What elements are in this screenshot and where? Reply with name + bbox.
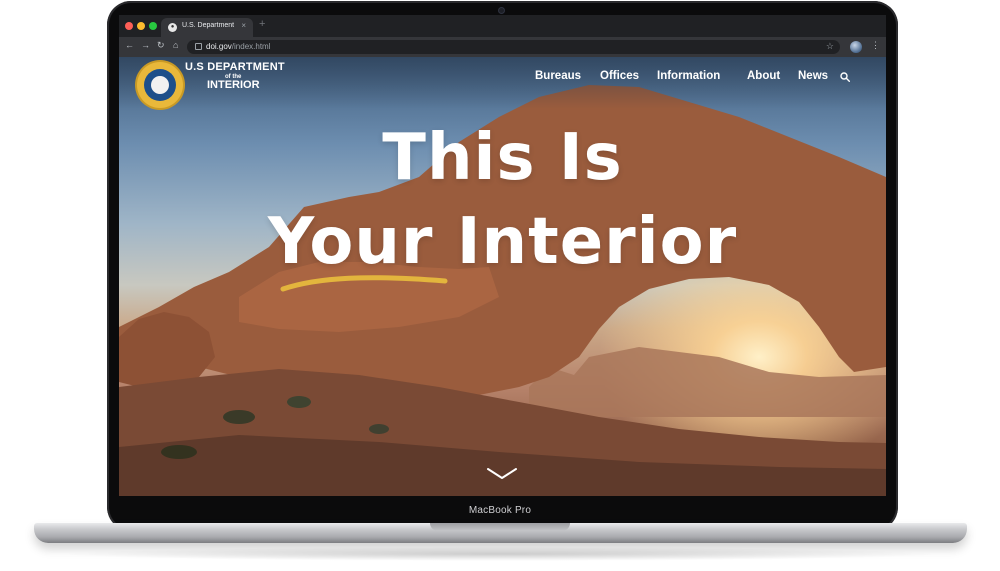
- tab-title: U.S. Department: [182, 22, 235, 29]
- laptop-shadow: [60, 547, 940, 561]
- url-text: doi.gov/index.html: [206, 42, 271, 51]
- browser-tab-bar: ● U.S. Department × +: [119, 15, 886, 37]
- logo-line-3: INTERIOR: [207, 79, 260, 91]
- browser-toolbar: ← → ↻ ⌂ doi.gov/index.html ☆ ⋮: [119, 37, 886, 57]
- nav-item-about[interactable]: About: [747, 70, 780, 82]
- laptop-notch: [430, 523, 570, 531]
- profile-avatar[interactable]: [850, 41, 862, 53]
- lock-icon: [195, 43, 202, 50]
- reload-icon[interactable]: ↻: [157, 40, 165, 51]
- nav-item-information[interactable]: Information: [657, 70, 720, 82]
- camera-icon: [499, 8, 504, 13]
- home-icon[interactable]: ⌂: [173, 40, 178, 50]
- chevron-down-icon[interactable]: [485, 466, 519, 482]
- browser-tab[interactable]: ● U.S. Department ×: [161, 18, 253, 37]
- nav-item-news[interactable]: News: [798, 70, 828, 82]
- web-page: U.S DEPARTMENT of the INTERIOR Bureaus O…: [119, 57, 886, 496]
- site-header: U.S DEPARTMENT of the INTERIOR Bureaus O…: [119, 57, 886, 109]
- hero-title-line-2: Your Interior: [267, 205, 738, 279]
- new-tab-button[interactable]: +: [259, 18, 265, 30]
- nav-item-bureaus[interactable]: Bureaus: [535, 70, 581, 82]
- forward-icon[interactable]: →: [141, 40, 150, 50]
- favicon-icon: ●: [168, 23, 177, 32]
- window-minimize-button[interactable]: [137, 22, 145, 30]
- browser-menu-icon[interactable]: ⋮: [871, 40, 880, 51]
- window-close-button[interactable]: [125, 22, 133, 30]
- department-seal-icon[interactable]: [137, 62, 183, 108]
- tab-close-icon[interactable]: ×: [241, 21, 246, 30]
- hero-title-line-1: This Is: [382, 121, 623, 195]
- address-bar[interactable]: doi.gov/index.html ☆: [187, 40, 840, 54]
- site-logo-text[interactable]: U.S DEPARTMENT of the INTERIOR: [185, 62, 285, 91]
- bison-icon: [151, 76, 169, 94]
- screen: ● U.S. Department × + ← → ↻ ⌂ doi.gov/in…: [119, 15, 886, 496]
- bookmark-star-icon[interactable]: ☆: [826, 41, 834, 52]
- device-label: MacBook Pro: [468, 505, 532, 516]
- back-icon[interactable]: ←: [125, 40, 134, 50]
- hero-underline-accent: [280, 275, 448, 292]
- nav-item-offices[interactable]: Offices: [600, 70, 639, 82]
- logo-line-1: U.S DEPARTMENT: [185, 61, 285, 73]
- search-icon[interactable]: [840, 72, 850, 82]
- window-zoom-button[interactable]: [149, 22, 157, 30]
